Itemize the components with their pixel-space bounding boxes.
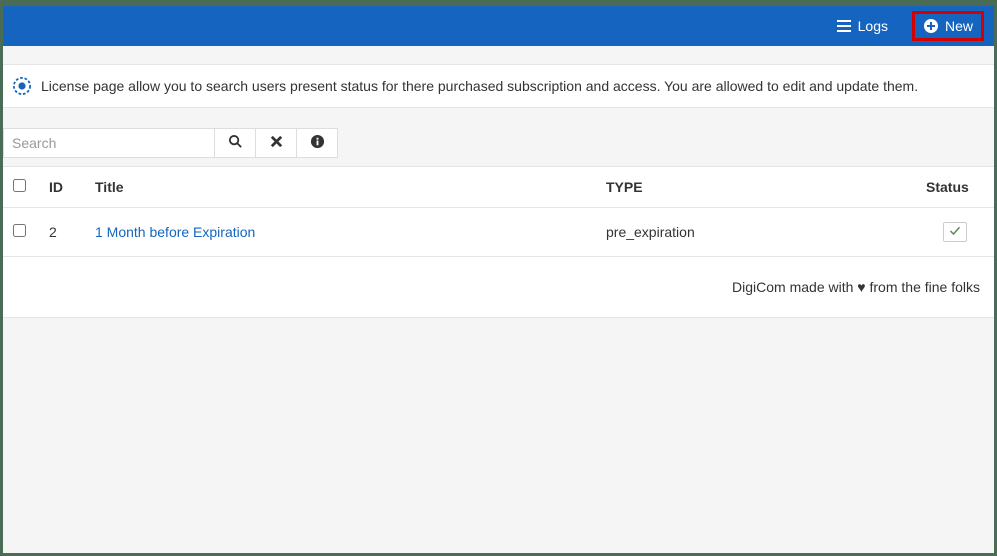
search-button[interactable]	[214, 128, 256, 158]
heart-icon: ♥	[857, 279, 865, 295]
data-table: ID Title TYPE Status 2 1 Month before Ex…	[3, 166, 994, 257]
new-button[interactable]: New	[912, 11, 984, 41]
row-id: 2	[39, 208, 85, 257]
header-title[interactable]: Title	[85, 167, 596, 208]
new-label: New	[945, 18, 973, 34]
header-id[interactable]: ID	[39, 167, 85, 208]
info-section: License page allow you to search users p…	[3, 46, 994, 114]
status-toggle[interactable]	[943, 222, 967, 242]
row-checkbox[interactable]	[13, 224, 26, 237]
footer-suffix: from the fine folks	[866, 279, 980, 295]
search-toolbar	[3, 114, 994, 166]
table-row: 2 1 Month before Expiration pre_expirati…	[3, 208, 994, 257]
header-status[interactable]: Status	[916, 167, 994, 208]
footer: DigiCom made with ♥ from the fine folks	[3, 257, 994, 318]
info-icon	[310, 134, 325, 152]
info-button[interactable]	[296, 128, 338, 158]
logs-label: Logs	[858, 18, 888, 34]
header-type[interactable]: TYPE	[596, 167, 916, 208]
logs-button[interactable]: Logs	[828, 12, 896, 40]
info-text: License page allow you to search users p…	[41, 78, 918, 94]
row-type: pre_expiration	[596, 208, 916, 257]
close-icon	[269, 134, 284, 152]
info-bar: License page allow you to search users p…	[3, 64, 994, 108]
header-checkbox-cell	[3, 167, 39, 208]
search-input[interactable]	[3, 128, 215, 158]
help-icon	[13, 77, 31, 95]
clear-button[interactable]	[255, 128, 297, 158]
select-all-checkbox[interactable]	[13, 179, 26, 192]
search-icon	[228, 134, 243, 152]
footer-prefix: DigiCom made with	[732, 279, 857, 295]
list-icon	[836, 18, 852, 34]
plus-circle-icon	[923, 18, 939, 34]
row-title-link[interactable]: 1 Month before Expiration	[95, 224, 255, 240]
check-icon	[949, 224, 961, 240]
table-header-row: ID Title TYPE Status	[3, 167, 994, 208]
top-toolbar: Logs New	[3, 6, 994, 46]
